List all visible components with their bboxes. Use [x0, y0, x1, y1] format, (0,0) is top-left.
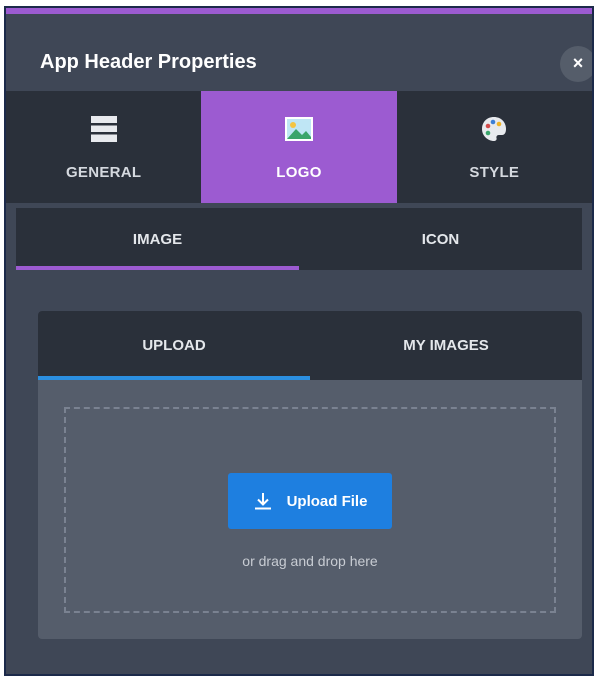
logo-sub-tab-bar: IMAGE ICON — [16, 208, 582, 270]
tab-general-label: GENERAL — [65, 163, 142, 181]
tab-my-images-label: MY IMAGES — [403, 337, 489, 354]
tab-my-images[interactable]: MY IMAGES — [310, 311, 582, 380]
tab-style-label: STYLE — [469, 163, 520, 181]
tab-logo-label: LOGO — [276, 163, 322, 181]
dialog-header: App Header Properties × — [6, 18, 592, 98]
download-icon — [254, 493, 271, 510]
palette-icon — [482, 116, 507, 141]
app-header-properties-dialog: App Header Properties × GENERAL LOGO STY… — [4, 6, 594, 676]
upload-tab-bar: UPLOAD MY IMAGES — [38, 311, 582, 380]
tab-upload[interactable]: UPLOAD — [38, 311, 310, 380]
tab-style[interactable]: STYLE — [397, 91, 592, 203]
dialog-title: App Header Properties — [40, 51, 257, 73]
close-icon: × — [572, 53, 584, 73]
tab-upload-label: UPLOAD — [142, 337, 206, 354]
drag-drop-hint: or drag and drop here — [242, 553, 378, 569]
tab-logo[interactable]: LOGO — [201, 91, 397, 203]
tab-image[interactable]: IMAGE — [16, 208, 299, 270]
tab-icon-label: ICON — [421, 230, 460, 248]
drop-zone[interactable]: Upload File or drag and drop here — [64, 407, 556, 613]
tab-general[interactable]: GENERAL — [6, 91, 201, 203]
image-icon — [284, 116, 313, 141]
tab-image-label: IMAGE — [132, 230, 183, 248]
upload-card: UPLOAD MY IMAGES Upload File or drag and… — [38, 311, 582, 639]
upload-file-label: Upload File — [286, 492, 368, 510]
main-tab-bar: GENERAL LOGO STYLE — [6, 91, 592, 203]
tab-icon[interactable]: ICON — [299, 208, 582, 270]
upload-file-button[interactable]: Upload File — [228, 473, 392, 529]
close-button[interactable]: × — [560, 46, 592, 82]
general-layout-icon — [90, 115, 117, 142]
